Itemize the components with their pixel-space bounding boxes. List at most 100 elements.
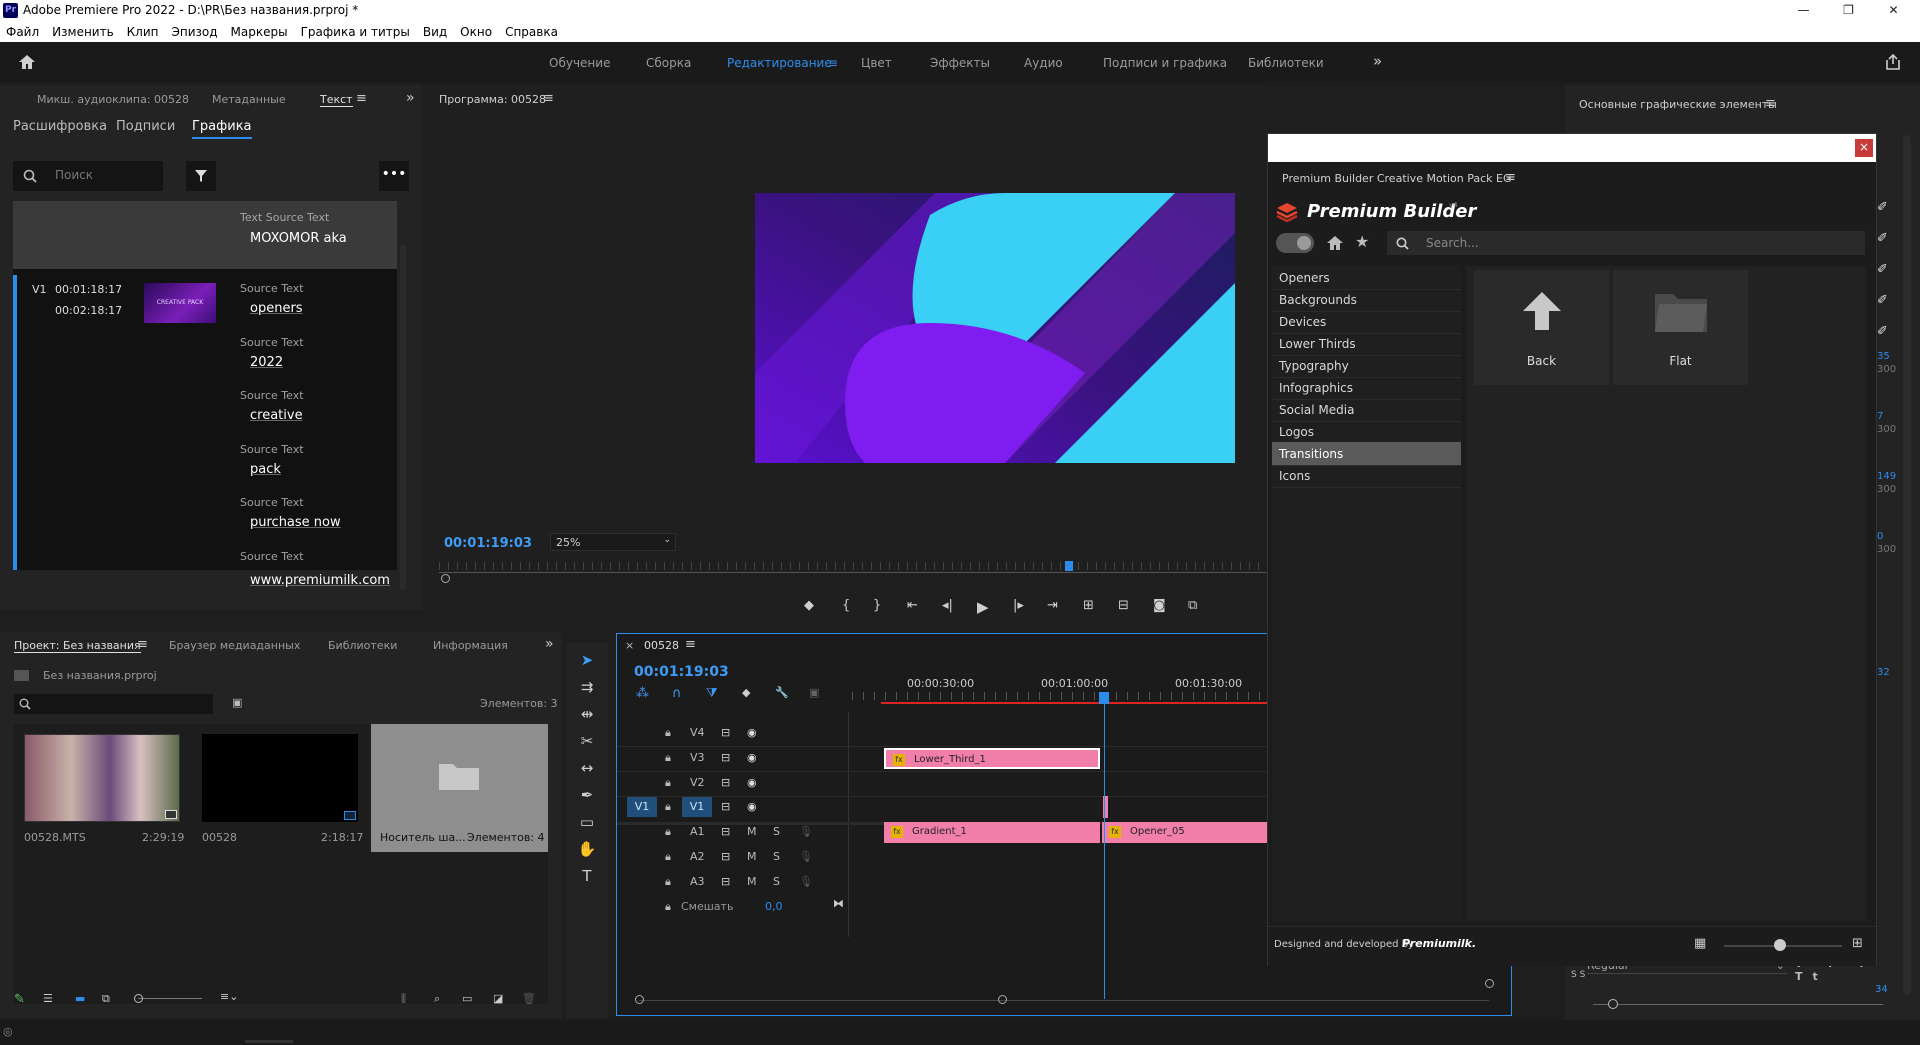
category-item[interactable]: Lower Thirds bbox=[1272, 332, 1461, 356]
grid-small-icon[interactable]: ▦ bbox=[1694, 936, 1706, 951]
new-bin-icon[interactable]: ▭ bbox=[462, 992, 472, 1005]
bin-item[interactable]: Носитель ша... Элементов: 4 bbox=[371, 724, 548, 852]
subtab-transcript[interactable]: Расшифровка bbox=[13, 119, 107, 134]
panel-menu-icon[interactable]: ≡ bbox=[137, 637, 148, 652]
insert-sequence-icon[interactable]: ⧩ bbox=[706, 686, 718, 701]
film-icon[interactable]: ⊟ bbox=[721, 825, 730, 838]
new-item-icon[interactable]: ◪ bbox=[493, 992, 503, 1005]
lock-icon[interactable]: 🔒︎ bbox=[665, 825, 671, 839]
scroll-handle[interactable] bbox=[998, 995, 1007, 1004]
comparison-view-icon[interactable]: ⧉ bbox=[1188, 598, 1197, 613]
step-forward-icon[interactable]: |▸ bbox=[1013, 598, 1024, 613]
lock-icon[interactable]: 🔒︎ bbox=[665, 726, 671, 740]
razor-icon[interactable]: ✂ bbox=[572, 732, 602, 754]
value[interactable]: 300 bbox=[1877, 543, 1896, 556]
source-patch-v1[interactable]: V1 bbox=[627, 797, 657, 817]
film-icon[interactable]: ⊟ bbox=[721, 800, 730, 813]
lock-icon[interactable]: 🔒︎ bbox=[665, 875, 671, 889]
workspace-editing[interactable]: Редактирование bbox=[727, 56, 832, 70]
tab-libraries[interactable]: Библиотеки bbox=[328, 639, 397, 652]
scroll-handle[interactable] bbox=[635, 995, 644, 1004]
lift-icon[interactable]: ⊞ bbox=[1083, 598, 1094, 613]
track-name[interactable]: V1 bbox=[682, 797, 712, 817]
category-item[interactable]: Icons bbox=[1272, 464, 1461, 488]
panel-menu-icon[interactable]: ≡ bbox=[1765, 96, 1776, 111]
close-window-icon[interactable]: ✕ bbox=[1871, 0, 1916, 21]
rectangle-icon[interactable]: ▭ bbox=[572, 813, 602, 835]
linked-selection-icon[interactable]: ∩ bbox=[672, 686, 682, 701]
eyedropper-icon[interactable]: ✐ bbox=[1877, 192, 1888, 223]
expand-panels-icon[interactable]: » bbox=[406, 90, 415, 106]
captions-icon[interactable]: ▣ bbox=[809, 686, 819, 699]
toggle-switch[interactable] bbox=[1276, 233, 1314, 253]
snap-icon[interactable]: ⁂ bbox=[636, 686, 649, 701]
premium-search-input[interactable]: Search... bbox=[1387, 231, 1865, 255]
category-item[interactable]: Social Media bbox=[1272, 398, 1461, 422]
trash-icon[interactable]: 🗑 bbox=[522, 992, 536, 1005]
extract-icon[interactable]: ⊟ bbox=[1118, 598, 1129, 613]
close-tab-icon[interactable]: × bbox=[625, 639, 634, 652]
sort-icon[interactable]: ≡⌄ bbox=[220, 990, 238, 1003]
category-item-selected[interactable]: Transitions bbox=[1272, 442, 1461, 466]
category-item[interactable]: Backgrounds bbox=[1272, 288, 1461, 312]
workspace-audio[interactable]: Аудио bbox=[1024, 56, 1063, 70]
slider-handle[interactable] bbox=[1608, 999, 1618, 1009]
panel-menu-icon[interactable]: ≡ bbox=[685, 637, 696, 652]
value[interactable]: 149 bbox=[1877, 470, 1896, 483]
menu-help[interactable]: Справка bbox=[499, 21, 565, 39]
home-icon[interactable] bbox=[1326, 235, 1344, 251]
timeline-timecode[interactable]: 00:01:19:03 bbox=[634, 664, 729, 680]
minimize-icon[interactable]: — bbox=[1781, 0, 1826, 21]
timeline-scrollbar[interactable] bbox=[639, 1000, 1489, 1001]
source-text-value[interactable]: openers bbox=[250, 301, 303, 316]
subtab-captions[interactable]: Подписи bbox=[116, 119, 175, 134]
menu-graphics[interactable]: Графика и титры bbox=[295, 21, 417, 39]
track-name[interactable]: V3 bbox=[690, 751, 705, 764]
mark-in-icon[interactable]: { bbox=[842, 598, 850, 613]
workspace-learning[interactable]: Обучение bbox=[549, 56, 610, 70]
source-text-value[interactable]: pack bbox=[250, 462, 281, 477]
value[interactable]: 35 bbox=[1877, 350, 1896, 363]
eye-icon[interactable]: ◉ bbox=[747, 800, 757, 813]
write-protect-icon[interactable]: ✎ bbox=[14, 992, 25, 1007]
value[interactable]: 7 bbox=[1877, 410, 1896, 423]
mix-value[interactable]: 0,0 bbox=[765, 900, 783, 913]
tab-text[interactable]: Текст bbox=[320, 93, 353, 107]
clip-lower-third[interactable]: fx Lower_Third_1 bbox=[884, 748, 1100, 769]
microphone-icon[interactable]: 🎙︎ bbox=[799, 875, 813, 888]
type-tool-icon[interactable]: T bbox=[572, 867, 602, 889]
category-item[interactable]: Openers bbox=[1272, 266, 1461, 290]
program-timecode[interactable]: 00:01:19:03 bbox=[444, 536, 532, 551]
expand-panels-icon[interactable]: » bbox=[545, 636, 554, 652]
eyedropper-icon[interactable]: ✐ bbox=[1877, 285, 1888, 316]
clip-gradient[interactable]: fx Gradient_1 bbox=[884, 822, 1100, 843]
lock-icon[interactable]: 🔒︎ bbox=[665, 850, 671, 864]
menu-clip[interactable]: Клип bbox=[121, 21, 166, 39]
go-to-out-icon[interactable]: ⇥ bbox=[1047, 598, 1058, 613]
tab-audio-clip-mixer[interactable]: Микш. аудиоклипа: 00528 bbox=[37, 93, 189, 106]
wrench-icon[interactable]: 🔧 bbox=[775, 686, 789, 699]
mute-button[interactable]: M bbox=[747, 850, 757, 863]
more-workspaces-icon[interactable]: » bbox=[1373, 52, 1382, 70]
workspace-color[interactable]: Цвет bbox=[861, 56, 892, 70]
lock-icon[interactable]: 🔒︎ bbox=[665, 800, 671, 814]
share-icon[interactable] bbox=[1885, 53, 1901, 71]
playhead-icon[interactable] bbox=[1099, 692, 1109, 704]
program-scroll[interactable] bbox=[439, 572, 1267, 573]
scrollbar[interactable] bbox=[1903, 135, 1911, 995]
source-text-value[interactable]: creative bbox=[250, 408, 303, 423]
panel-menu-icon[interactable]: ≡ bbox=[1505, 170, 1516, 185]
film-icon[interactable]: ⊟ bbox=[721, 726, 730, 739]
sequence-thumbnail[interactable] bbox=[202, 734, 358, 822]
find-icon[interactable]: ⌕ bbox=[434, 992, 440, 1006]
source-text-value[interactable]: purchase now bbox=[250, 515, 341, 530]
export-frame-icon[interactable]: ◙ bbox=[1153, 598, 1166, 613]
favorites-star-icon[interactable]: ★ bbox=[1355, 232, 1369, 251]
slider-handle[interactable] bbox=[1774, 939, 1786, 951]
lock-icon[interactable]: 🔒︎ bbox=[665, 776, 671, 790]
close-button[interactable]: × bbox=[1855, 139, 1873, 157]
go-to-in-icon[interactable]: ⇤ bbox=[907, 598, 918, 613]
pen-icon[interactable]: ✒ bbox=[572, 786, 602, 808]
status-scroll[interactable] bbox=[245, 1040, 293, 1043]
ripple-edit-icon[interactable]: ⇹ bbox=[572, 705, 602, 727]
